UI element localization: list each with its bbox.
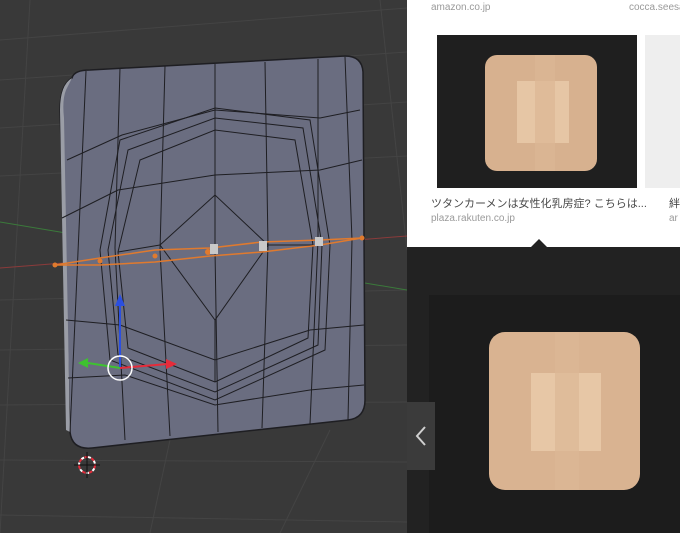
vertex[interactable] (359, 235, 365, 241)
viewport-canvas[interactable] (0, 0, 407, 533)
3d-viewport[interactable] (0, 0, 407, 533)
search-results-strip: amazon.co.jp cocca.seesa ツタンカーメンは女性化乳房症?… (407, 0, 680, 247)
3d-cursor-icon[interactable] (74, 452, 100, 478)
result-domain[interactable]: ar (669, 213, 680, 224)
image-search-panel: amazon.co.jp cocca.seesa ツタンカーメンは女性化乳房症?… (407, 0, 680, 533)
face-marker (315, 237, 323, 246)
result-domain[interactable]: plaza.rakuten.co.jp (431, 213, 631, 224)
bandage-preview-image (429, 295, 680, 533)
face-marker (210, 244, 218, 254)
chevron-left-icon (415, 426, 426, 446)
result-domain[interactable]: amazon.co.jp (431, 2, 611, 13)
selection-pointer (530, 239, 548, 248)
image-preview[interactable] (429, 295, 680, 533)
vertex[interactable] (152, 253, 158, 259)
vertex[interactable] (52, 262, 58, 268)
bandage-image (437, 35, 637, 188)
prev-image-button[interactable] (407, 402, 435, 470)
result-thumbnail[interactable] (437, 35, 637, 188)
result-caption[interactable]: 絆 (669, 195, 680, 211)
result-thumbnail[interactable] (645, 35, 680, 188)
result-domain[interactable]: cocca.seesa (629, 2, 680, 13)
vertex[interactable] (97, 258, 103, 264)
face-marker (259, 241, 267, 251)
result-caption[interactable]: ツタンカーメンは女性化乳房症? こちらは... (431, 195, 646, 211)
